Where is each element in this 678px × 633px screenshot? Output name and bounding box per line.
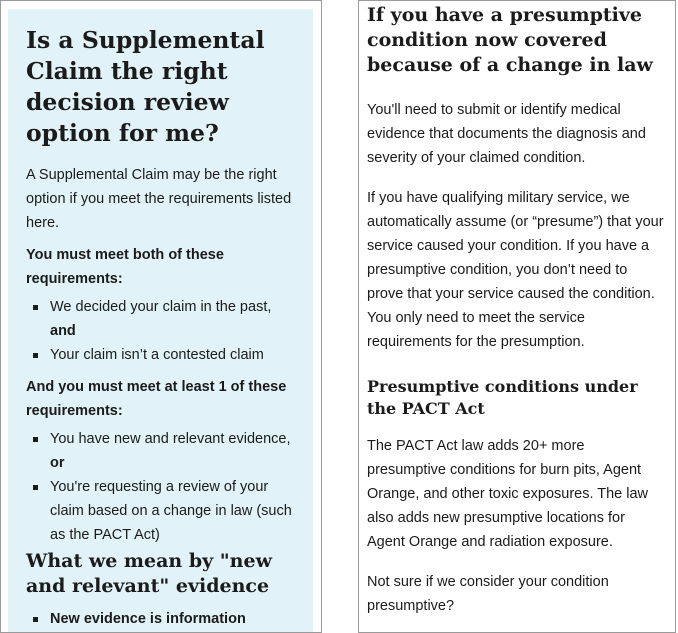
list-item: Your claim isn’t a contested claim [26, 343, 299, 367]
paragraph-pact-act: The PACT Act law adds 20+ more presumpti… [367, 438, 649, 550]
paragraph-not-sure: Not sure if we consider your condition p… [367, 574, 609, 614]
requirements-one-list: You have new and relevant evidence, or Y… [26, 427, 299, 547]
list-item-conjunction: and [50, 323, 76, 339]
intro-text: A Supplemental Claim may be the right op… [26, 167, 292, 231]
left-panel: Is a Supplemental Claim the right decisi… [0, 0, 322, 633]
presumptive-title: If you have a presumptive condition now … [367, 4, 653, 76]
paragraph-medical-evidence: You'll need to submit or identify medica… [367, 102, 646, 166]
list-item-conjunction: or [50, 455, 65, 471]
list-item: We decided your claim in the past, and [26, 295, 299, 343]
paragraph-qualifying-service: If you have qualifying military service,… [367, 190, 664, 350]
list-item-text: You have new and relevant evidence, [50, 431, 291, 447]
section-title-new-relevant: What we mean by "new and relevant" evide… [26, 550, 272, 597]
requirements-all-list: We decided your claim in the past, and Y… [26, 295, 299, 367]
page-title: Is a Supplemental Claim the right decisi… [26, 26, 265, 147]
pact-act-title: Presumptive conditions under the PACT Ac… [367, 377, 638, 418]
list-item: You have new and relevant evidence, or [26, 427, 299, 475]
list-item: You're requesting a review of your claim… [26, 475, 299, 547]
list-item-text: New evidence is information [50, 611, 246, 627]
list-item: New evidence is information [26, 607, 299, 631]
right-panel: If you have a presumptive condition now … [358, 0, 676, 633]
new-evidence-list: New evidence is information [26, 607, 299, 631]
requirements-all-heading: You must meet both of these requirements… [26, 247, 224, 287]
list-item-text: We decided your claim in the past, [50, 299, 272, 315]
summary-box: Is a Supplemental Claim the right decisi… [8, 9, 313, 632]
requirements-one-heading: And you must meet at least 1 of these re… [26, 379, 287, 419]
list-item-text: Your claim isn’t a contested claim [50, 347, 264, 363]
list-item-text: You're requesting a review of your claim… [50, 479, 292, 543]
